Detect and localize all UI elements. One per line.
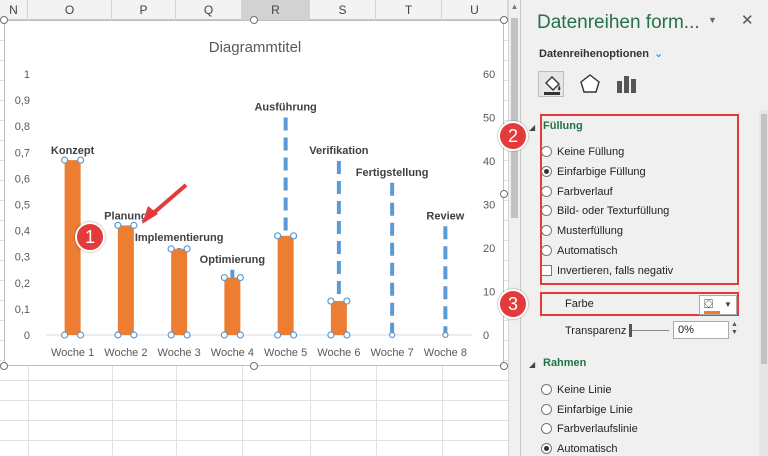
color-label: Farbe bbox=[565, 298, 594, 310]
series-options-tab-icon[interactable] bbox=[613, 71, 639, 97]
pane-scrollbar[interactable] bbox=[759, 110, 768, 456]
close-icon[interactable]: ✕ bbox=[741, 11, 754, 29]
invert-if-negative-checkbox[interactable]: Invertieren, falls negativ bbox=[541, 263, 673, 279]
fill-option-none[interactable]: Keine Füllung bbox=[541, 144, 624, 160]
collapse-triangle-icon[interactable]: ◢ bbox=[529, 360, 535, 369]
spreadsheet[interactable]: N O P Q R S T U Diagrammtitel 0 0,1 0,2 … bbox=[0, 0, 518, 456]
fill-option-pattern[interactable]: Musterfüllung bbox=[541, 223, 623, 239]
callout-2: 2 bbox=[498, 121, 528, 151]
border-option-gradient[interactable]: Farbverlaufslinie bbox=[541, 421, 638, 437]
border-section-heading[interactable]: Rahmen bbox=[543, 357, 586, 369]
radio-button[interactable] bbox=[541, 225, 552, 236]
border-option-solid[interactable]: Einfarbige Linie bbox=[541, 402, 633, 418]
transparency-slider-track[interactable] bbox=[631, 330, 669, 331]
pane-scroll-thumb[interactable] bbox=[761, 114, 767, 364]
radio-button[interactable] bbox=[541, 186, 552, 197]
radio-button[interactable] bbox=[541, 423, 552, 434]
scroll-thumb[interactable] bbox=[511, 18, 518, 218]
fill-option-picture[interactable]: Bild- oder Texturfüllung bbox=[541, 203, 669, 219]
series-options-dropdown[interactable]: Datenreihenoptionen bbox=[539, 48, 649, 60]
transparency-label: Transparenz bbox=[565, 325, 627, 337]
radio-button[interactable] bbox=[541, 384, 552, 395]
callout-1: 1 bbox=[75, 222, 105, 252]
fill-option-automatic[interactable]: Automatisch bbox=[541, 243, 618, 259]
radio-button[interactable] bbox=[541, 146, 552, 157]
border-option-none[interactable]: Keine Linie bbox=[541, 382, 611, 398]
pane-title: Datenreihen form... bbox=[537, 12, 700, 33]
transparency-input[interactable]: 0% bbox=[673, 321, 729, 339]
border-option-automatic[interactable]: Automatisch bbox=[541, 441, 618, 456]
fill-color-picker-button[interactable]: ⛋ ▼ bbox=[699, 295, 737, 315]
callout-3: 3 bbox=[498, 289, 528, 319]
fill-option-gradient[interactable]: Farbverlauf bbox=[541, 184, 613, 200]
radio-button[interactable] bbox=[541, 205, 552, 216]
pane-menu-dropdown-icon[interactable]: ▼ bbox=[708, 15, 717, 25]
effects-tab-icon[interactable] bbox=[577, 71, 603, 97]
paint-bucket-icon: ⛋ bbox=[704, 297, 714, 311]
scroll-up-icon[interactable]: ▲ bbox=[509, 2, 520, 14]
radio-button[interactable] bbox=[541, 245, 552, 256]
fill-option-solid[interactable]: Einfarbige Füllung bbox=[541, 164, 646, 180]
spinner-icon[interactable]: ▲ ▼ bbox=[731, 321, 738, 337]
collapse-triangle-icon[interactable]: ◢ bbox=[529, 123, 535, 132]
checkbox[interactable] bbox=[541, 265, 552, 276]
color-swatch bbox=[704, 311, 720, 314]
excel-window: N O P Q R S T U Diagrammtitel 0 0,1 0,2 … bbox=[0, 0, 768, 456]
radio-button-selected[interactable] bbox=[541, 443, 552, 454]
radio-button-selected[interactable] bbox=[541, 166, 552, 177]
sheet-scrollbar[interactable]: ▲ bbox=[508, 0, 520, 456]
fill-section-heading[interactable]: Füllung bbox=[543, 120, 583, 132]
chevron-down-icon[interactable]: ⌄ bbox=[654, 47, 663, 60]
transparency-slider-thumb[interactable] bbox=[629, 324, 632, 337]
fill-line-tab-icon[interactable] bbox=[538, 71, 564, 97]
callout-arrow bbox=[148, 183, 188, 218]
radio-button[interactable] bbox=[541, 404, 552, 415]
chevron-down-icon: ▼ bbox=[724, 300, 732, 309]
format-data-series-pane: Datenreihen form... ▼ ✕ Datenreihenoptio… bbox=[520, 0, 768, 456]
